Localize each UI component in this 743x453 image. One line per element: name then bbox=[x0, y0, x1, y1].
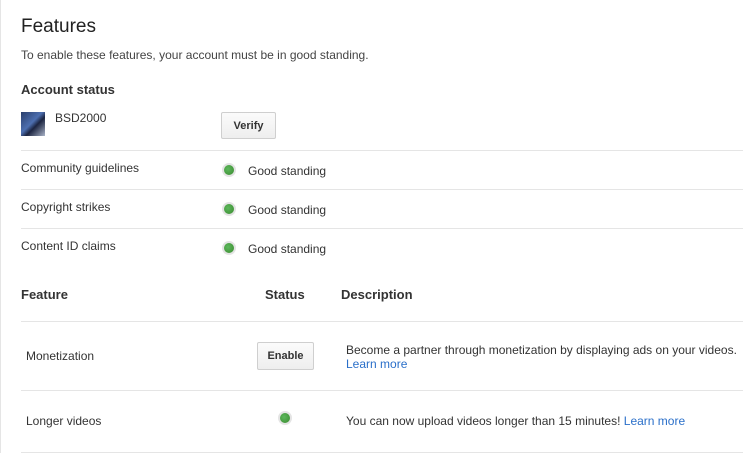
feature-description: Become a partner through monetization by… bbox=[346, 343, 741, 371]
avatar[interactable] bbox=[21, 112, 45, 136]
feature-name: Longer videos bbox=[26, 414, 102, 428]
column-header-description: Description bbox=[341, 287, 413, 302]
page-intro: To enable these features, your account m… bbox=[21, 48, 369, 62]
column-header-status: Status bbox=[265, 287, 305, 302]
page-title: Features bbox=[21, 16, 96, 37]
status-value: Good standing bbox=[248, 242, 327, 256]
column-header-feature: Feature bbox=[21, 287, 68, 302]
feature-name: Monetization bbox=[26, 349, 95, 363]
account-status-heading: Account status bbox=[21, 82, 115, 97]
feature-row-longer-videos: Longer videos You can now upload videos … bbox=[21, 391, 743, 453]
account-row: BSD2000 Verify bbox=[21, 108, 743, 151]
good-standing-indicator-icon bbox=[222, 241, 236, 255]
feature-description: You can now upload videos longer than 15… bbox=[346, 414, 741, 428]
account-name[interactable]: BSD2000 bbox=[55, 111, 106, 125]
verify-button[interactable]: Verify bbox=[221, 112, 276, 139]
status-value: Good standing bbox=[248, 203, 327, 217]
good-standing-indicator-icon bbox=[222, 163, 236, 177]
status-label: Community guidelines bbox=[21, 161, 140, 175]
enable-monetization-button[interactable]: Enable bbox=[257, 342, 314, 370]
status-row-content-id-claims: Content ID claims Good standing bbox=[21, 229, 743, 267]
enabled-status-indicator-icon bbox=[278, 411, 292, 425]
feature-description-text: You can now upload videos longer than 15… bbox=[346, 414, 621, 428]
left-border bbox=[0, 0, 1, 453]
feature-row-monetization: Monetization Enable Become a partner thr… bbox=[21, 322, 743, 391]
status-row-copyright-strikes: Copyright strikes Good standing bbox=[21, 190, 743, 229]
status-row-community-guidelines: Community guidelines Good standing bbox=[21, 151, 743, 190]
status-value: Good standing bbox=[248, 164, 327, 178]
learn-more-link[interactable]: Learn more bbox=[346, 357, 407, 371]
status-label: Copyright strikes bbox=[21, 200, 111, 214]
feature-description-text: Become a partner through monetization by… bbox=[346, 343, 737, 357]
status-label: Content ID claims bbox=[21, 239, 116, 253]
good-standing-indicator-icon bbox=[222, 202, 236, 216]
learn-more-link[interactable]: Learn more bbox=[624, 414, 685, 428]
